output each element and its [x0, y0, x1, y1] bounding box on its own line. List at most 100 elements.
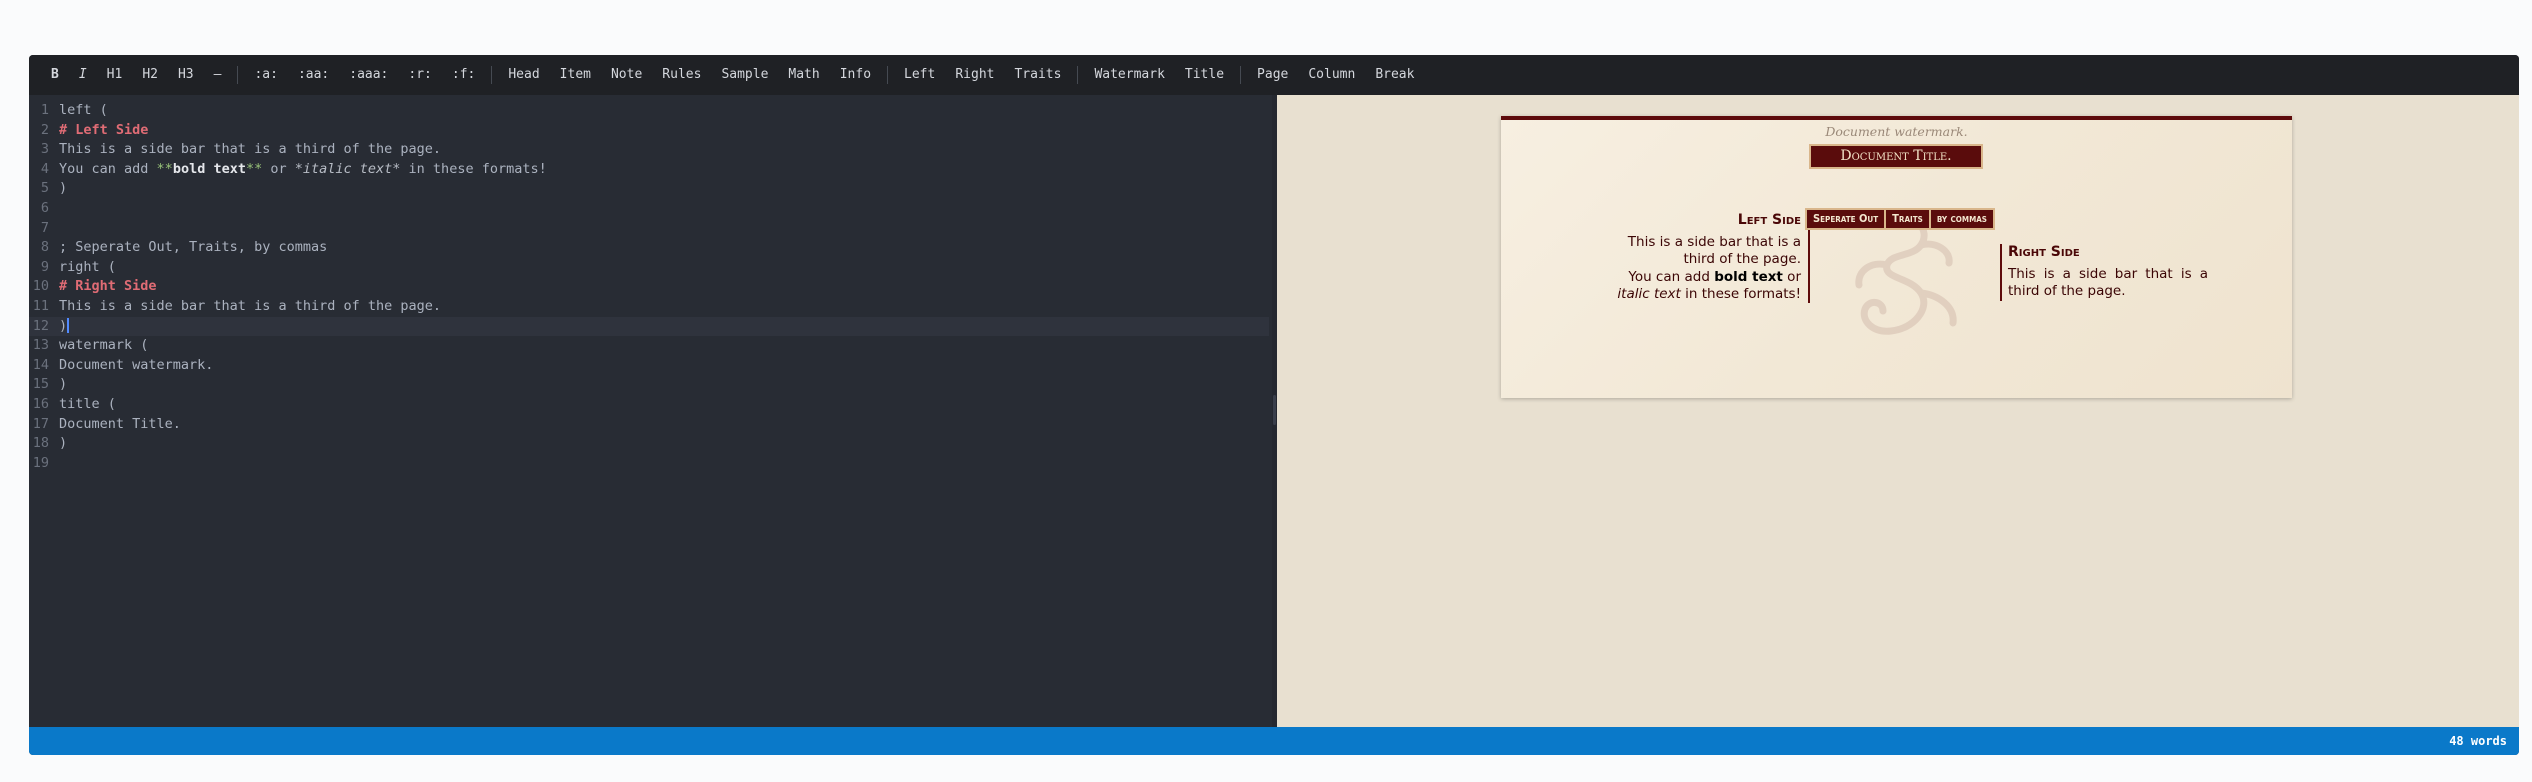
editor-line[interactable]: 1 left ( [29, 101, 1269, 121]
line-number: 6 [40, 200, 49, 216]
document-watermark: Document watermark. [1825, 124, 1968, 139]
traits-row: Seperate Out Traits by commas [1805, 208, 1995, 230]
line-text: left ( [59, 102, 108, 118]
italic-text: *italic text* [294, 160, 401, 177]
sample-button[interactable]: Sample [711, 55, 778, 95]
formats-text: You can add [1628, 268, 1715, 285]
line-text: ; Seperate Out, Traits, by commas [59, 239, 328, 256]
left-side-formats-line: italic text in these formats! [1601, 286, 1801, 303]
horizontal-rule-button[interactable]: — [204, 55, 232, 95]
toolbar-separator [237, 66, 239, 84]
line-text: This is a side bar that is a third of th… [59, 298, 442, 314]
editor-line[interactable]: 6 [29, 199, 1269, 219]
document-title: Document Title. [1809, 144, 1983, 169]
watermark-button[interactable]: Watermark [1084, 55, 1174, 95]
code-editor[interactable]: 1 left ( 2 # Left Side 3 This is a side bar… [29, 95, 1277, 727]
toolbar: B I H1 H2 H3 — :a: :aa: :aaa: :r: :f: He… [29, 55, 2519, 95]
left-side-formats-line: You can add bold text or [1601, 269, 1801, 286]
editor-line[interactable]: 18) [29, 434, 1269, 454]
editor-line[interactable]: 19 [29, 454, 1269, 474]
page-button[interactable]: Page [1247, 55, 1298, 95]
editor-line-active[interactable]: 12) [29, 316, 1269, 337]
italic-button[interactable]: I [69, 55, 97, 95]
editor-line[interactable]: 16 title ( [29, 395, 1269, 415]
item-button[interactable]: Item [550, 55, 601, 95]
toolbar-separator [1240, 66, 1242, 84]
line-text: ) [59, 180, 68, 197]
space-aa-button[interactable]: :aa: [288, 55, 339, 95]
editor-line[interactable]: 9 right ( [29, 258, 1269, 278]
toolbar-separator [1077, 66, 1079, 84]
formats-text: in these formats! [1680, 285, 1801, 302]
italic-sample-text: italic text [1617, 285, 1681, 302]
line-text: Document Title. [59, 415, 181, 432]
traits-button[interactable]: Traits [1004, 55, 1071, 95]
line-text: right ( [59, 258, 116, 275]
line-number: 7 [40, 219, 49, 236]
line-text: title ( [59, 396, 116, 412]
text-cursor [67, 318, 69, 334]
editor-line[interactable]: 4 You can add **bold text** or *italic te… [29, 160, 1269, 180]
line-number: 8 [40, 239, 49, 256]
right-column-button[interactable]: Right [945, 55, 1004, 95]
math-button[interactable]: Math [778, 55, 829, 95]
trait-badge: Seperate Out [1805, 208, 1887, 230]
line-number: 15 [32, 376, 49, 393]
line-text: ) [59, 317, 68, 334]
line-number: 1 [40, 102, 49, 118]
space-a-button[interactable]: :a: [244, 55, 287, 95]
rules-button[interactable]: Rules [652, 55, 711, 95]
right-sidebar-column: Right Side This is a side bar that is a … [2000, 244, 2208, 301]
line-text: Document watermark. [59, 356, 214, 373]
editor-line[interactable]: 5) [29, 179, 1269, 199]
column-button[interactable]: Column [1298, 55, 1365, 95]
line-text: ) [59, 376, 68, 393]
editor-line[interactable]: 15) [29, 375, 1269, 395]
trait-badge: by commas [1928, 208, 1995, 230]
line-text: ) [59, 435, 68, 452]
toolbar-separator [887, 66, 889, 84]
head-button[interactable]: Head [498, 55, 549, 95]
line-number: 10 [32, 278, 49, 295]
bold-marker: ** [156, 160, 173, 177]
right-side-heading: Right Side [2008, 244, 2080, 260]
splitter-grip-handle[interactable] [1273, 395, 1276, 425]
document-page: Document watermark. Document Title. Left… [1501, 116, 2292, 398]
editor-line[interactable]: 10 # Right Side [29, 277, 1269, 297]
editor-line[interactable]: 13 watermark ( [29, 336, 1269, 356]
info-button[interactable]: Info [830, 55, 881, 95]
space-f-button[interactable]: :f: [442, 55, 485, 95]
line-number: 16 [32, 396, 49, 412]
h3-button[interactable]: H3 [168, 55, 204, 95]
editor-line[interactable]: 14 Document watermark. [29, 356, 1269, 376]
line-text-segment: or [262, 160, 295, 177]
bold-button[interactable]: B [41, 55, 69, 95]
toolbar-separator [491, 66, 493, 84]
line-number: 2 [40, 121, 49, 138]
line-number: 17 [32, 415, 49, 432]
line-text: This is a side bar that is a third of th… [59, 141, 442, 158]
left-column-button[interactable]: Left [894, 55, 945, 95]
editor-line[interactable]: 11 This is a side bar that is a third of … [29, 297, 1269, 317]
title-button[interactable]: Title [1175, 55, 1234, 95]
line-text: watermark ( [59, 337, 149, 354]
line-number: 19 [32, 454, 49, 471]
editor-line[interactable]: 8 ; Seperate Out, Traits, by commas [29, 238, 1269, 258]
h2-button[interactable]: H2 [132, 55, 168, 95]
line-number: 9 [40, 258, 49, 275]
space-aaa-button[interactable]: :aaa: [339, 55, 398, 95]
break-button[interactable]: Break [1365, 55, 1424, 95]
line-number: 5 [40, 180, 49, 197]
note-button[interactable]: Note [601, 55, 652, 95]
line-text: # Right Side [59, 278, 157, 295]
space-r-button[interactable]: :r: [398, 55, 441, 95]
editor-line[interactable]: 2 # Left Side [29, 121, 1269, 141]
editor-line[interactable]: 17 Document Title. [29, 415, 1269, 435]
editor-line[interactable]: 7 [29, 219, 1269, 239]
line-number: 11 [32, 298, 49, 314]
h1-button[interactable]: H1 [97, 55, 133, 95]
line-number: 4 [40, 160, 49, 177]
line-number: 3 [40, 141, 49, 158]
left-side-text: This is a side bar that is a third of th… [1627, 234, 1801, 268]
editor-line[interactable]: 3 This is a side bar that is a third of t… [29, 140, 1269, 160]
